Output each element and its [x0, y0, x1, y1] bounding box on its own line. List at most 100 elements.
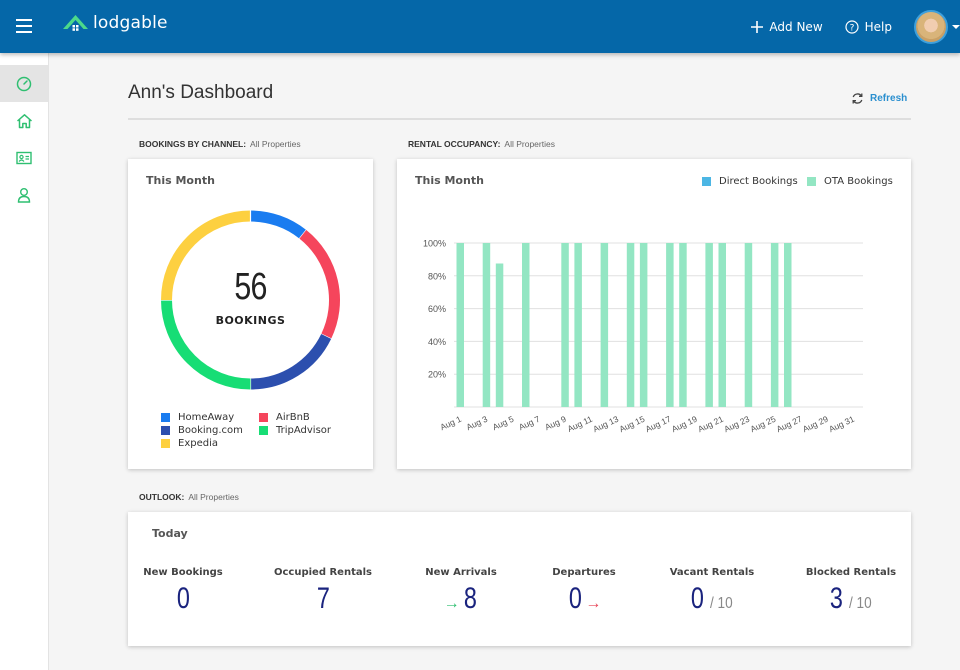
refresh-icon: [852, 93, 863, 104]
header-divider: [128, 118, 911, 120]
ota-bookings-swatch: [807, 177, 816, 186]
ota-bar-aug-25[interactable]: [770, 243, 779, 407]
refresh-label: Refresh: [870, 93, 908, 104]
x-tick-label: Aug 1: [438, 414, 463, 433]
home-icon: [16, 113, 32, 128]
metric-total: / 10: [849, 595, 872, 612]
help-button[interactable]: ? Help: [845, 20, 892, 34]
legend-item-expedia[interactable]: Expedia: [161, 438, 218, 449]
x-tick-label: Aug 17: [644, 414, 673, 435]
legend-label: AirBnB: [276, 412, 310, 423]
ota-bookings-label: OTA Bookings: [824, 176, 893, 187]
x-tick-label: Aug 19: [670, 414, 699, 435]
ota-bar-aug-6[interactable]: [522, 243, 530, 407]
bookings-by-channel-card: This Month 56 BOOKINGS HomeAway AirBnB Boo…: [128, 159, 373, 469]
sidebar-item-account[interactable]: [0, 176, 48, 213]
legend-ota-bookings: OTA Bookings: [807, 176, 893, 187]
metric-label: Departures: [552, 567, 616, 578]
ota-bar-aug-10[interactable]: [574, 243, 582, 407]
legend-item-airbnb[interactable]: AirBnB: [259, 412, 310, 423]
metric-new-bookings[interactable]: New Bookings 0: [113, 567, 253, 616]
metric-label: Vacant Rentals: [669, 567, 755, 578]
ota-bar-aug-14[interactable]: [626, 243, 635, 407]
user-avatar[interactable]: [914, 9, 948, 44]
sidebar-item-dashboard[interactable]: [0, 65, 48, 102]
x-tick-label: Aug 31: [827, 414, 856, 435]
refresh-button[interactable]: Refresh: [851, 92, 907, 105]
help-circle-icon: ?: [845, 19, 859, 34]
hamburger-menu-icon[interactable]: [16, 19, 32, 33]
ota-bar-aug-18[interactable]: [679, 243, 687, 407]
rental-occupancy-card: This Month 20% 40% 60% 80% 100% Aug 1 Aug 3 Aug…: [397, 159, 911, 469]
legend-label: HomeAway: [178, 412, 235, 423]
metric-vacant-rentals[interactable]: Vacant Rentals 0 / 10: [642, 567, 782, 616]
legend-swatch: [259, 413, 268, 422]
metric-label: New Arrivals: [425, 567, 497, 578]
legend-direct-bookings: Direct Bookings: [702, 176, 798, 187]
metric-value: 0: [691, 582, 705, 615]
x-tick-label: Aug 11: [566, 414, 594, 434]
x-tick-label: Aug 3: [465, 414, 490, 433]
bookings-filter[interactable]: All Properties: [250, 139, 301, 149]
x-tick-label: Aug 27: [775, 414, 804, 435]
ota-bar-aug-12[interactable]: [600, 243, 609, 407]
user-icon: [17, 187, 31, 203]
add-new-button[interactable]: Add New: [751, 19, 823, 34]
occupancy-section-label: RENTAL OCCUPANCY: All Properties: [408, 139, 555, 149]
y-tick-label: 60%: [428, 304, 446, 314]
add-new-label: Add New: [769, 19, 823, 34]
ota-bar-aug-23[interactable]: [744, 243, 753, 407]
y-tick-label: 80%: [428, 271, 446, 281]
legend-item-homeaway[interactable]: HomeAway: [161, 412, 234, 423]
metric-label: New Bookings: [143, 567, 223, 578]
caret-down-icon[interactable]: [952, 24, 960, 29]
legend-swatch: [161, 439, 170, 448]
bookings-section-label: BOOKINGS BY CHANNEL: All Properties: [139, 139, 301, 149]
sidebar-item-properties[interactable]: [0, 102, 48, 139]
ota-bar-aug-20[interactable]: [705, 243, 713, 407]
legend-item-booking-com[interactable]: Booking.com: [161, 425, 243, 436]
metric-occupied-rentals[interactable]: Occupied Rentals 7: [253, 567, 393, 616]
metric-departures[interactable]: Departures 0 →: [514, 567, 654, 616]
ota-bar-aug-21[interactable]: [718, 243, 727, 407]
occupancy-filter[interactable]: All Properties: [504, 139, 555, 149]
ota-bar-aug-17[interactable]: [666, 243, 674, 407]
ota-bar-aug-15[interactable]: [639, 243, 648, 407]
ota-bar-aug-26[interactable]: [784, 243, 792, 407]
gauge-icon: [16, 76, 32, 91]
outlook-card-title: Today: [152, 527, 188, 540]
ota-bar-aug-1[interactable]: [456, 243, 465, 407]
arrow-right-out-icon: →: [585, 595, 602, 612]
metric-value: 0: [176, 582, 190, 615]
metric-blocked-rentals[interactable]: Blocked Rentals 3 / 10: [781, 567, 921, 616]
sidebar: [0, 53, 49, 670]
ota-bar-aug-9[interactable]: [561, 243, 569, 407]
x-tick-label: Aug 9: [543, 414, 568, 433]
x-tick-label: Aug 13: [591, 414, 620, 435]
legend-swatch: [161, 413, 170, 422]
x-tick-label: Aug 7: [517, 414, 542, 433]
metric-new-arrivals[interactable]: New Arrivals → 8: [391, 567, 531, 616]
y-tick-label: 40%: [428, 337, 446, 347]
x-tick-label: Aug 25: [749, 414, 778, 435]
ota-bar-aug-4[interactable]: [495, 263, 504, 408]
logo[interactable]: lodgable: [62, 12, 168, 34]
arrow-right-in-icon: →: [443, 595, 460, 612]
x-tick-label: Aug 5: [491, 414, 516, 433]
svg-text:?: ?: [849, 23, 854, 33]
occupancy-section-title: RENTAL OCCUPANCY:: [408, 139, 501, 149]
outlook-filter[interactable]: All Properties: [188, 492, 239, 502]
direct-bookings-label: Direct Bookings: [719, 176, 798, 187]
metric-total: / 10: [710, 595, 733, 612]
outlook-section-label: OUTLOOK: All Properties: [139, 492, 239, 502]
x-tick-label: Aug 21: [696, 414, 725, 435]
legend-label: Booking.com: [178, 425, 243, 436]
brand-name: lodgable: [93, 13, 168, 33]
outlook-section-title: OUTLOOK:: [139, 492, 185, 502]
sidebar-item-contacts[interactable]: [0, 139, 48, 176]
metric-value: 7: [316, 582, 330, 615]
y-tick-label: 100%: [423, 239, 446, 249]
direct-bookings-swatch: [702, 177, 711, 186]
ota-bar-aug-3[interactable]: [482, 243, 491, 407]
legend-item-tripadvisor[interactable]: TripAdvisor: [259, 425, 331, 436]
